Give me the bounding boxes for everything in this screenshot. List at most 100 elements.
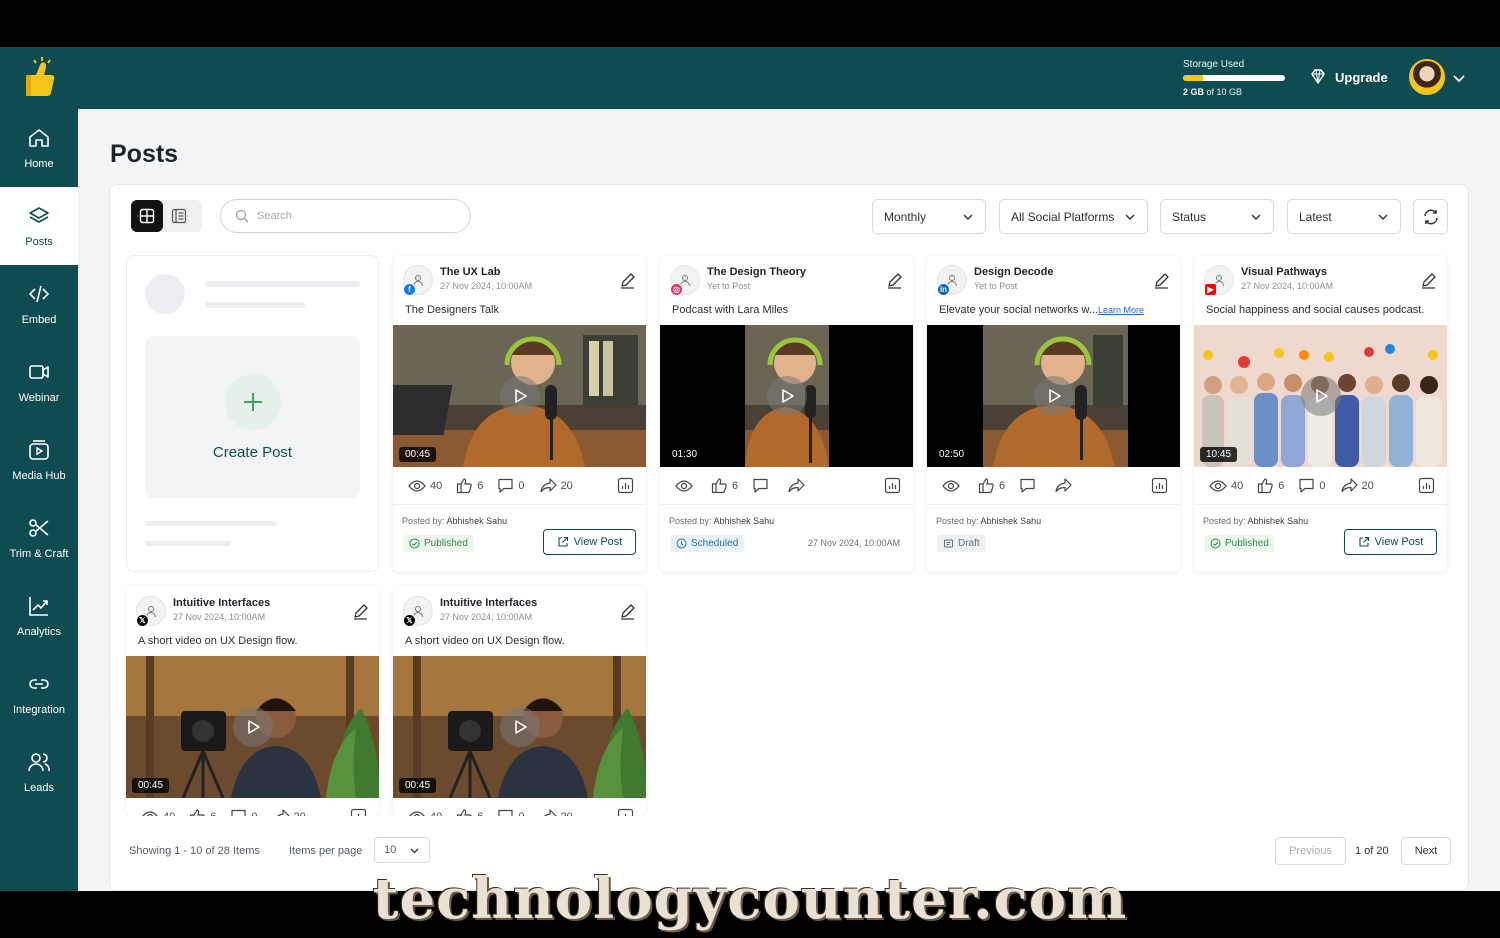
insights-button[interactable] [884, 477, 901, 494]
grid-view-button[interactable] [131, 200, 163, 232]
edit-icon[interactable] [1153, 272, 1170, 289]
view-post-button[interactable]: View Post [1344, 529, 1437, 555]
bar-chart-icon [1418, 477, 1435, 494]
likes-stat[interactable]: 6 [1257, 477, 1284, 494]
video-thumbnail[interactable]: 00:45 [393, 325, 646, 467]
check-circle-icon [1210, 538, 1221, 549]
thumbs-up-icon [457, 478, 472, 494]
storage-value: 2 GB of 10 GB [1183, 87, 1285, 97]
sidebar-item-trim-craft[interactable]: Trim & Craft [0, 499, 78, 577]
comments-stat[interactable]: 0 [1298, 477, 1326, 494]
video-thumbnail[interactable]: 00:45 [126, 656, 379, 798]
upgrade-button[interactable]: Upgrade [1308, 67, 1388, 87]
insights-button[interactable] [617, 808, 634, 816]
likes-stat[interactable]: 6 [189, 808, 216, 816]
previous-page-button[interactable]: Previous [1275, 837, 1346, 865]
sidebar-item-integration[interactable]: Integration [0, 655, 78, 733]
likes-stat[interactable]: 6 [456, 477, 483, 494]
insights-button[interactable] [1418, 477, 1435, 494]
comments-stat[interactable] [1019, 477, 1040, 494]
create-post-button[interactable]: Create Post [145, 336, 360, 498]
comments-stat[interactable]: 0 [497, 477, 525, 494]
video-thumbnail[interactable]: 02:50 [927, 325, 1180, 467]
sidebar-item-leads[interactable]: Leads [0, 733, 78, 811]
likes-stat[interactable]: 6 [456, 808, 483, 816]
post-stats: 40 6 0 20 [126, 798, 379, 816]
shares-stat[interactable]: 20 [539, 808, 573, 816]
play-button[interactable] [1033, 376, 1074, 416]
comments-stat[interactable]: 0 [497, 808, 525, 816]
eye-icon [408, 479, 426, 492]
next-label: Next [1414, 845, 1438, 857]
platform-dropdown[interactable]: All Social Platforms [999, 199, 1148, 234]
dropdown-label: All Social Platforms [1011, 209, 1115, 224]
sort-dropdown[interactable]: Latest [1287, 199, 1401, 234]
upgrade-label: Upgrade [1335, 69, 1388, 85]
storage-indicator: Storage Used 2 GB of 10 GB [1183, 59, 1285, 97]
insights-button[interactable] [350, 808, 367, 816]
search-input[interactable] [257, 210, 457, 222]
posted-by: Posted by: Abhishek Sahu [1194, 505, 1447, 526]
sidebar-item-analytics[interactable]: Analytics [0, 577, 78, 655]
edit-icon[interactable] [352, 603, 369, 620]
likes-stat[interactable]: 6 [711, 477, 738, 494]
share-icon [788, 478, 805, 493]
shares-stat[interactable]: 20 [272, 808, 306, 816]
post-date: Yet to Post [707, 281, 751, 291]
play-button[interactable] [232, 707, 273, 747]
shares-stat[interactable]: 20 [539, 477, 573, 494]
refresh-button[interactable] [1413, 199, 1448, 234]
post-card: 𝕏 Intuitive Interfaces 27 Nov 2024, 10:0… [393, 586, 646, 816]
insights-button[interactable] [1151, 477, 1168, 494]
comments-stat[interactable]: 0 [230, 808, 258, 816]
post-stats: 6 [660, 467, 913, 505]
video-duration: 00:45 [132, 778, 170, 793]
shares-stat[interactable]: 20 [1340, 477, 1374, 494]
video-thumbnail[interactable]: 00:45 [393, 656, 646, 798]
edit-icon[interactable] [1420, 272, 1437, 289]
showing-count: Showing 1 - 10 of 28 Items [129, 845, 260, 857]
edit-icon[interactable] [619, 603, 636, 620]
video-thumbnail[interactable]: 01:30 [660, 325, 913, 467]
play-button[interactable] [499, 707, 540, 747]
play-button[interactable] [1300, 376, 1341, 416]
post-date: 27 Nov 2024, 10:00AM [173, 612, 266, 622]
shares-stat[interactable] [787, 477, 809, 494]
posts-panel: Monthly All Social Platforms Status Late… [109, 184, 1469, 891]
view-post-button[interactable]: View Post [543, 529, 636, 555]
sidebar-item-posts[interactable]: Posts [0, 187, 78, 265]
sidebar-item-home[interactable]: Home [0, 109, 78, 187]
likes-stat[interactable]: 6 [978, 477, 1005, 494]
posted-by: Posted by: Abhishek Sahu [927, 505, 1180, 526]
next-page-button[interactable]: Next [1401, 837, 1451, 865]
app-logo[interactable] [0, 47, 78, 109]
user-avatar[interactable] [1409, 59, 1445, 95]
likes-count: 6 [732, 479, 739, 492]
search-box [220, 199, 471, 233]
thumbs-up-logo-icon [26, 57, 55, 96]
chevron-down-icon [410, 848, 419, 853]
learn-more-link[interactable]: Learn More [1098, 305, 1144, 315]
sidebar-item-embed[interactable]: Embed [0, 265, 78, 343]
chevron-down-icon[interactable] [1452, 71, 1466, 85]
post-caption: A short video on UX Design flow. [405, 635, 565, 647]
status-dropdown[interactable]: Status [1160, 199, 1274, 234]
period-dropdown[interactable]: Monthly [872, 199, 986, 234]
comments-stat[interactable] [752, 477, 773, 494]
edit-icon[interactable] [619, 272, 636, 289]
views-stat [675, 479, 697, 493]
shares-stat[interactable] [1054, 477, 1076, 494]
play-button[interactable] [499, 376, 540, 416]
list-view-button[interactable] [163, 200, 195, 232]
sidebar-item-webinar[interactable]: Webinar [0, 343, 78, 421]
status-label: Scheduled [691, 538, 739, 549]
video-thumbnail[interactable]: 10:45 [1194, 325, 1447, 467]
items-per-page-select[interactable]: 10 [374, 837, 430, 863]
insights-button[interactable] [617, 477, 634, 494]
edit-icon[interactable] [886, 272, 903, 289]
thumbs-up-icon [711, 478, 727, 494]
play-button[interactable] [766, 376, 807, 416]
sidebar-item-label: Analytics [16, 626, 62, 638]
sidebar-item-media-hub[interactable]: Media Hub [0, 421, 78, 499]
post-account-name: Intuitive Interfaces [440, 597, 538, 609]
